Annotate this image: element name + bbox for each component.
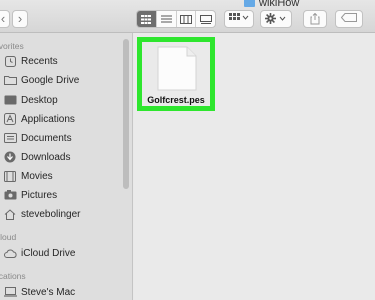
action-button[interactable] [260, 10, 292, 28]
home-icon [3, 208, 17, 220]
sidebar-section-locations: ocations [0, 271, 26, 281]
sidebar-item-applications[interactable]: Applications [0, 111, 120, 127]
view-mode-control[interactable] [136, 10, 216, 28]
clock-icon [3, 55, 17, 67]
downloads-icon [3, 151, 17, 163]
tag-button[interactable] [335, 10, 363, 28]
tag-icon [341, 13, 357, 22]
sidebar-item-label: iCloud Drive [21, 247, 76, 259]
pictures-icon [3, 189, 17, 201]
group-by-button[interactable] [224, 10, 254, 28]
sidebar-item-label: Recents [21, 55, 58, 67]
sidebar-item-label: Movies [21, 170, 53, 182]
toolbar: ‹ › wikiHow [0, 0, 375, 33]
action-gear-icon [265, 13, 286, 24]
folder-icon [244, 0, 255, 7]
sidebar-item-label: Documents [21, 132, 72, 144]
sidebar-item-label: stevebolinger [21, 208, 81, 220]
window-title-text: wikiHow [259, 0, 300, 9]
gallery-view-icon[interactable] [196, 11, 215, 27]
sidebar-item-icloud-drive[interactable]: iCloud Drive [0, 245, 120, 261]
sidebar-item-label: Downloads [21, 151, 71, 163]
icon-view-grid[interactable] [137, 11, 157, 27]
file-browser-area[interactable]: Golfcrest.pes [134, 33, 375, 300]
documents-icon [3, 132, 17, 144]
sidebar-item-label: Desktop [21, 94, 58, 106]
sidebar-item-desktop[interactable]: Desktop [0, 92, 120, 108]
sidebar-item-steves-mac[interactable]: Steve's Mac [0, 284, 120, 300]
document-icon [157, 46, 197, 91]
computer-icon [3, 286, 17, 298]
sidebar-item-downloads[interactable]: Downloads [0, 149, 120, 165]
file-item[interactable]: Golfcrest.pes [137, 37, 215, 111]
back-button[interactable]: ‹ [0, 10, 10, 28]
sidebar-item-home[interactable]: stevebolinger [0, 206, 120, 222]
sidebar-item-label: Steve's Mac [21, 286, 76, 298]
applications-icon [3, 113, 17, 125]
sidebar-item-movies[interactable]: Movies [0, 168, 120, 184]
sidebar: avorites Recents Google Drive Desktop Ap… [0, 33, 133, 300]
window-title: wikiHow [244, 0, 299, 9]
share-button[interactable] [303, 10, 327, 28]
sidebar-item-documents[interactable]: Documents [0, 130, 120, 146]
group-by-icon [229, 13, 249, 20]
forward-button[interactable]: › [12, 10, 28, 28]
sidebar-scrollbar[interactable] [123, 39, 129, 189]
share-icon [310, 13, 320, 25]
list-view-icon[interactable] [157, 11, 177, 27]
sidebar-section-icloud: Cloud [0, 232, 17, 242]
cloud-icon [3, 247, 17, 259]
sidebar-item-label: Google Drive [21, 74, 80, 86]
sidebar-item-recents[interactable]: Recents [0, 53, 120, 69]
sidebar-section-favorites: avorites [0, 41, 24, 51]
movies-icon [3, 170, 17, 182]
sidebar-item-label: Applications [21, 113, 75, 125]
folder-icon [3, 74, 17, 86]
column-view-icon[interactable] [177, 11, 197, 27]
file-name: Golfcrest.pes [147, 95, 205, 105]
sidebar-item-label: Pictures [21, 189, 58, 201]
desktop-icon [3, 94, 17, 106]
sidebar-item-google-drive[interactable]: Google Drive [0, 72, 120, 88]
sidebar-item-pictures[interactable]: Pictures [0, 187, 120, 203]
